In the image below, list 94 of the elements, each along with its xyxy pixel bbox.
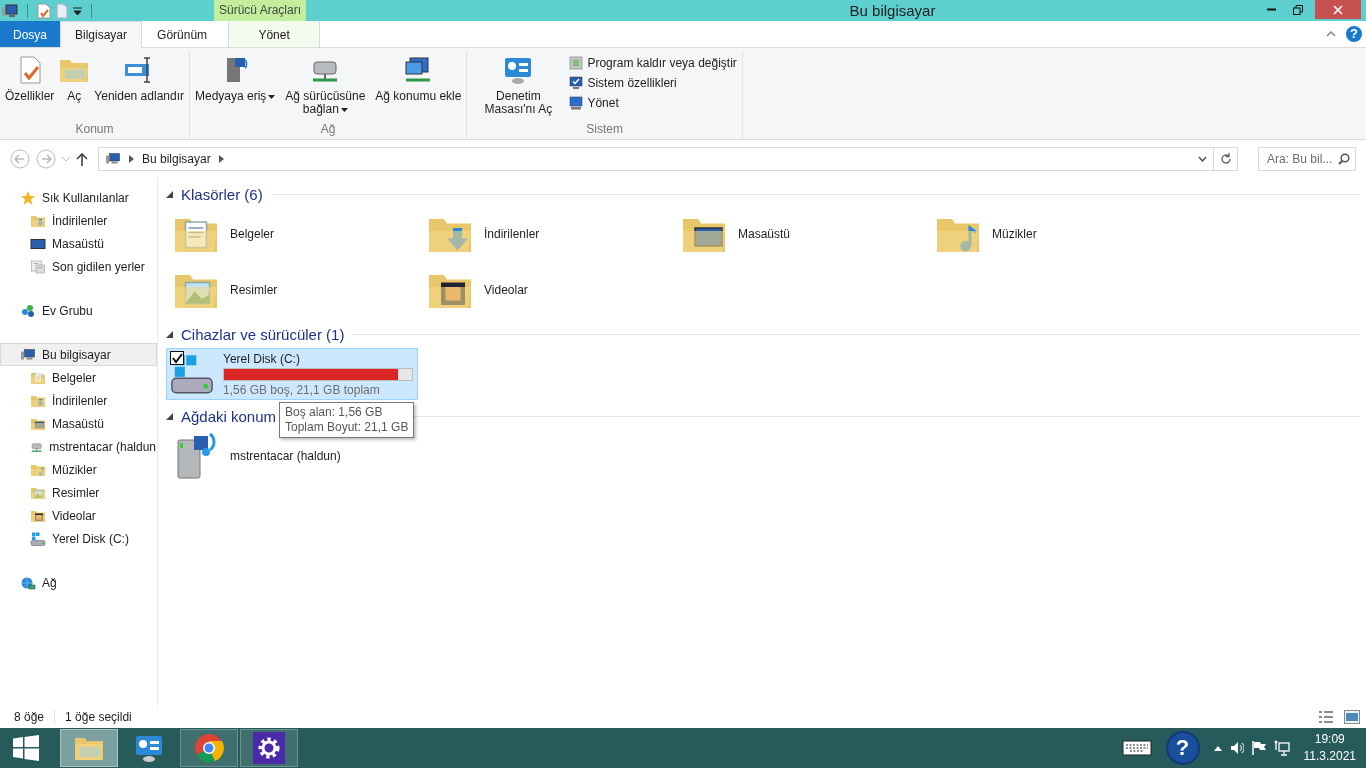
nav-item[interactable]: Sık Kullanılanlar xyxy=(0,186,157,209)
dropdown-icon[interactable] xyxy=(1198,156,1207,162)
item-count: 8 öğe xyxy=(14,710,45,724)
system-properties-icon xyxy=(568,75,585,91)
computer-icon xyxy=(20,346,36,363)
drive-name: Yerel Disk (C:) xyxy=(223,351,301,366)
network-icon[interactable] xyxy=(1273,740,1290,756)
search-field[interactable]: Ara: Bu bil... xyxy=(1258,147,1356,171)
drive-space: 1,56 GB boş, 21,1 GB toplam xyxy=(223,382,381,397)
tooltip: Boş alan: 1,56 GB Toplam Boyut: 21,1 GB xyxy=(279,402,415,438)
computer-icon xyxy=(105,151,121,167)
ribbon-button[interactable]: Ağ konumu ekle xyxy=(373,52,464,105)
gear-icon xyxy=(253,732,285,764)
windows-logo-icon[interactable] xyxy=(13,735,39,761)
program-icon xyxy=(568,55,585,71)
ribbon-button[interactable]: Aç xyxy=(56,52,93,105)
large-icons-view-icon[interactable] xyxy=(1344,710,1360,724)
nav-item[interactable]: Videolar xyxy=(0,504,157,527)
properties-icon[interactable] xyxy=(37,2,51,19)
close-icon xyxy=(1333,4,1343,15)
chevron-icon[interactable] xyxy=(218,155,224,163)
restore-icon[interactable] xyxy=(1293,4,1303,15)
file-tab[interactable]: Dosya xyxy=(0,21,60,47)
group-label: Sistem xyxy=(585,122,624,138)
flag-icon[interactable] xyxy=(1251,741,1266,755)
nav-item[interactable]: Belgeler xyxy=(0,366,157,389)
nav-item[interactable]: Müzikler xyxy=(0,458,157,481)
folder-item[interactable]: Müzikler xyxy=(928,206,1182,262)
ribbon-button[interactable]: Program kaldır veya değiştir xyxy=(566,54,739,72)
window-title: Bu bilgisayar xyxy=(848,1,937,21)
minimize-icon[interactable] xyxy=(1267,8,1277,11)
group-heading[interactable]: Klasörler (6) xyxy=(181,185,263,203)
folder-item[interactable]: Masaüstü xyxy=(674,206,928,262)
folder-item[interactable]: Belgeler xyxy=(166,206,420,262)
drive-tile[interactable]: Yerel Disk (C:) 1,56 GB boş, 21,1 GB toplam xyxy=(166,348,418,400)
clock-time[interactable]: 19:09 xyxy=(1314,731,1345,748)
collapse-icon[interactable] xyxy=(166,412,173,420)
address-bar[interactable]: Bu bilgisayar xyxy=(98,147,1214,171)
ribbon-button[interactable]: Medyaya eriş xyxy=(193,52,278,105)
ribbon-button[interactable]: Özellikler xyxy=(3,52,57,105)
drive-icon xyxy=(30,530,46,547)
nav-item[interactable]: Masaüstü xyxy=(0,232,157,255)
group-label: Ağ xyxy=(319,122,337,138)
checkbox[interactable] xyxy=(170,351,184,365)
browser-icon xyxy=(193,732,225,764)
ribbon-button[interactable]: Sistem özellikleri xyxy=(566,74,739,92)
computer-icon[interactable] xyxy=(2,3,18,18)
chevron-icon[interactable] xyxy=(129,155,134,163)
selection-count: 1 öğe seçildi xyxy=(65,710,132,724)
ribbon-button[interactable]: Denetim Masası'nı Aç xyxy=(470,52,567,118)
group-heading[interactable]: Ağdaki konum xyxy=(181,407,277,425)
collapse-icon[interactable] xyxy=(166,190,173,198)
nav-item[interactable]: Son gidilen yerler xyxy=(0,255,157,278)
show-hidden-icons-icon[interactable] xyxy=(1213,745,1222,751)
nav-item[interactable]: Masaüstü xyxy=(0,412,157,435)
folder-item[interactable]: İndirilenler xyxy=(420,206,674,262)
contextual-tab-group: Sürücü Araçları xyxy=(214,0,306,21)
group-heading[interactable]: Cihazlar ve sürücüler (1) xyxy=(181,325,345,343)
ribbon-button[interactable]: Yeniden adlandır xyxy=(92,52,186,105)
nav-item[interactable]: Resimler xyxy=(0,481,157,504)
ribbon-tab[interactable]: Yönet xyxy=(228,21,321,47)
nav-item[interactable]: İndirilenler xyxy=(0,389,157,412)
group-label: Konum xyxy=(74,122,115,138)
dropdown-icon[interactable] xyxy=(73,6,82,15)
computer-management-icon xyxy=(568,95,585,111)
recent-places-icon xyxy=(30,258,46,275)
nav-item[interactable]: mstrentacar (haldun xyxy=(0,435,157,458)
up-arrow-icon[interactable] xyxy=(76,152,88,166)
nav-item[interactable]: Bu bilgisayar xyxy=(0,343,157,366)
taskbar-app[interactable] xyxy=(240,729,298,767)
clock-date[interactable]: 11.3.2021 xyxy=(1303,748,1356,765)
collapse-ribbon-icon[interactable] xyxy=(1326,31,1336,37)
ribbon-button[interactable]: Yönet xyxy=(566,94,739,112)
nav-item[interactable]: Ev Grubu xyxy=(0,299,157,322)
folder-item[interactable]: Resimler xyxy=(166,262,420,318)
star-icon xyxy=(20,189,36,206)
ribbon-tab[interactable]: Görünüm xyxy=(142,21,223,47)
help-button[interactable]: ? xyxy=(1346,26,1362,42)
ribbon-tab[interactable]: Bilgisayar xyxy=(60,21,143,48)
details-view-icon[interactable] xyxy=(1318,710,1334,724)
volume-icon[interactable] xyxy=(1229,741,1244,755)
homegroup-icon xyxy=(20,302,36,319)
ribbon-button[interactable]: Ağ sürücüsüne bağlan xyxy=(277,52,374,118)
folder-item[interactable]: Videolar xyxy=(420,262,674,318)
keyboard-icon[interactable] xyxy=(1121,740,1152,756)
refresh-icon[interactable] xyxy=(1219,153,1232,165)
nav-item[interactable]: İndirilenler xyxy=(0,209,157,232)
close-button[interactable] xyxy=(1315,0,1361,19)
breadcrumb[interactable]: Bu bilgisayar xyxy=(142,152,211,166)
nav-item[interactable]: Ağ xyxy=(0,571,157,594)
collapse-icon[interactable] xyxy=(166,330,173,338)
search-icon[interactable] xyxy=(1338,153,1350,165)
help-button[interactable]: ? xyxy=(1165,731,1200,765)
nav-item[interactable]: Yerel Disk (C:) xyxy=(0,527,157,550)
